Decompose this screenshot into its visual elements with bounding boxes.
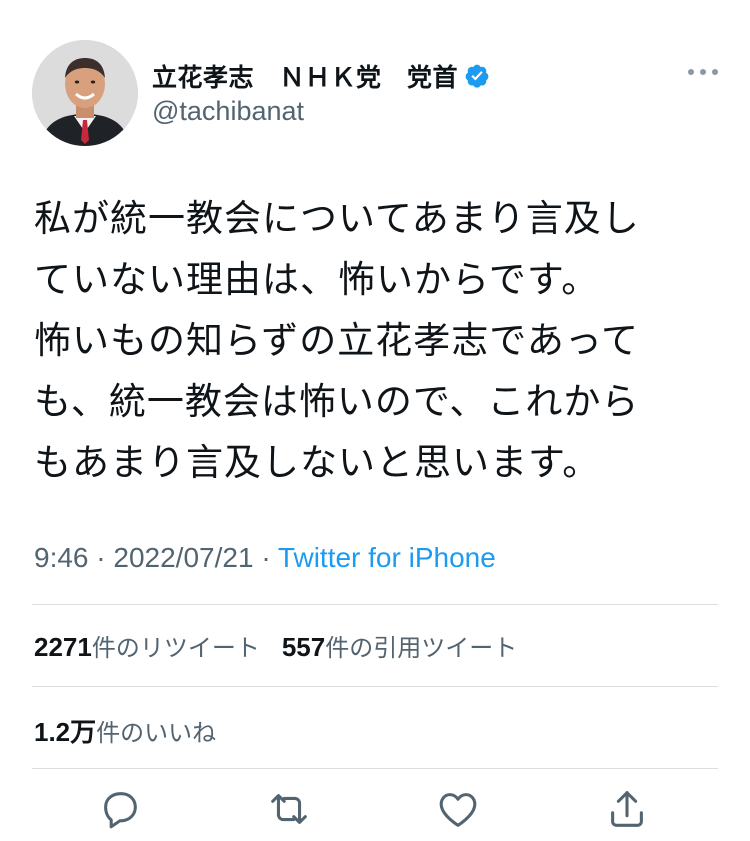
- heart-icon[interactable]: [435, 786, 481, 832]
- verified-badge-icon: [464, 63, 490, 89]
- reply-icon[interactable]: [97, 786, 143, 832]
- quotes-stat[interactable]: 557件の引用ツイート: [282, 628, 517, 663]
- retweets-label: 件のリツイート: [91, 634, 260, 662]
- retweets-stat[interactable]: 2271件のリツイート: [34, 628, 260, 663]
- likes-count: 1.2万: [34, 717, 97, 747]
- profile-photo: [32, 40, 138, 146]
- action-bar: [0, 786, 750, 838]
- meta-separator: ·: [96, 542, 106, 573]
- user-handle[interactable]: @tachibanat: [152, 96, 304, 127]
- tweet-time[interactable]: 9:46: [34, 542, 89, 573]
- quotes-label: 件の引用ツイート: [325, 634, 518, 662]
- likes-stat[interactable]: 1.2万件のいいね: [34, 712, 216, 749]
- more-horizontal-icon[interactable]: [686, 62, 720, 82]
- name-row: 立花孝志 ＮＨＫ党 党首: [152, 58, 490, 94]
- divider: [32, 686, 718, 687]
- divider: [32, 768, 718, 769]
- tweet-meta: 9:46 · 2022/07/21 · Twitter for iPhone: [34, 542, 496, 574]
- divider: [32, 604, 718, 605]
- tweet-text: 私が統一教会についてあまり言及し ていない理由は、怖いからです。 怖いもの知らず…: [34, 197, 640, 484]
- tweet-date[interactable]: 2022/07/21: [113, 542, 253, 573]
- quotes-count: 557: [281, 632, 326, 662]
- tweet-source-link[interactable]: Twitter for iPhone: [278, 542, 496, 573]
- avatar[interactable]: [32, 40, 138, 146]
- tweet-card: 立花孝志 ＮＨＫ党 党首 @tachibanat 私が統一教会についてあまり言及…: [0, 0, 750, 841]
- display-name[interactable]: 立花孝志 ＮＨＫ党 党首: [152, 58, 458, 94]
- share-icon[interactable]: [604, 786, 650, 832]
- likes-label: 件のいいね: [96, 719, 217, 747]
- retweet-icon[interactable]: [266, 786, 312, 832]
- retweet-stats-row: 2271件のリツイート 557件の引用ツイート: [34, 628, 539, 663]
- retweets-count: 2271: [34, 632, 92, 662]
- meta-separator: ·: [261, 542, 271, 573]
- likes-stats-row: 1.2万件のいいね: [34, 712, 238, 749]
